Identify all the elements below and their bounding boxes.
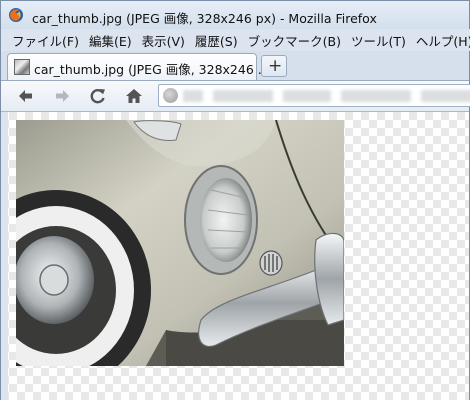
site-identity-icon[interactable]: [163, 88, 178, 103]
tab-car-thumb[interactable]: car_thumb.jpg (JPEG 画像, 328x246 ...: [7, 53, 270, 80]
menu-view[interactable]: 表示(V): [137, 31, 190, 50]
url-blur: [283, 90, 331, 102]
menu-edit[interactable]: 編集(E): [84, 31, 137, 50]
page-content: [1, 112, 469, 400]
title-bar: car_thumb.jpg (JPEG 画像, 328x246 px) - Mo…: [1, 1, 469, 29]
menu-history[interactable]: 履歴(S): [190, 31, 243, 50]
home-icon[interactable]: [123, 86, 145, 106]
menu-bookmarks[interactable]: ブックマーク(B): [243, 31, 346, 50]
url-bar[interactable]: [158, 84, 470, 107]
url-blur: [213, 90, 273, 102]
url-blur: [421, 90, 470, 102]
firefox-logo-icon: [9, 8, 23, 22]
tab-strip: car_thumb.jpg (JPEG 画像, 328x246 ... +: [1, 51, 469, 81]
url-blur: [341, 90, 411, 102]
navigation-bar: [1, 81, 470, 112]
car-image: [16, 120, 344, 366]
forward-arrow-icon[interactable]: [51, 86, 73, 106]
back-arrow-icon[interactable]: [15, 86, 37, 106]
new-tab-button[interactable]: +: [261, 55, 287, 77]
menu-bar: ファイル(F) 編集(E) 表示(V) 履歴(S) ブックマーク(B) ツール(…: [1, 29, 470, 51]
car-photo: [16, 120, 344, 366]
reload-icon[interactable]: [87, 86, 109, 106]
menu-tools[interactable]: ツール(T): [346, 31, 411, 50]
image-thumbnail-icon: [14, 59, 30, 75]
menu-file[interactable]: ファイル(F): [7, 31, 84, 50]
window-title: car_thumb.jpg (JPEG 画像, 328x246 px) - Mo…: [32, 11, 377, 26]
url-blur: [183, 90, 203, 102]
plus-icon: +: [268, 56, 283, 76]
tab-label: car_thumb.jpg (JPEG 画像, 328x246 ...: [34, 62, 270, 77]
content-left-edge: [1, 112, 8, 400]
menu-help[interactable]: ヘルプ(H): [411, 31, 470, 50]
